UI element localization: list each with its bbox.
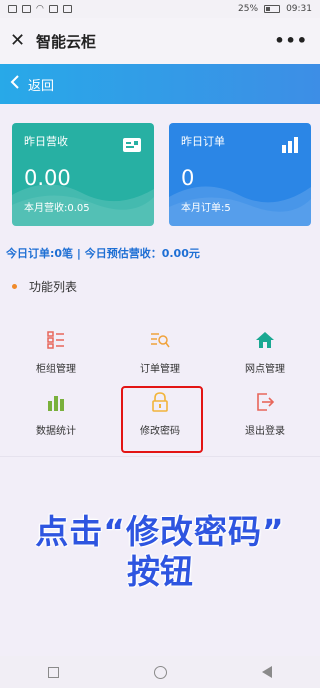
recent-apps-icon[interactable] (47, 666, 59, 678)
clock: 09:31 (286, 4, 312, 14)
func-label: 柜组管理 (36, 364, 76, 375)
status-right: 25% 09:31 (238, 4, 312, 14)
more-menu-button[interactable]: ••• (274, 31, 308, 50)
bar-chart-icon (281, 137, 299, 157)
back-triangle-icon[interactable] (262, 666, 273, 678)
notification-icon (8, 5, 17, 13)
home-icon (215, 328, 315, 352)
back-label: 返回 (28, 78, 55, 94)
instruction-overlay: 点击“修改密码” 按钮 (0, 512, 320, 592)
battery-percent: 25% (238, 4, 259, 14)
func-statistics[interactable]: 数据统计 (6, 390, 106, 450)
back-button[interactable]: 返回 (0, 64, 320, 104)
order-search-icon (110, 328, 210, 352)
battery-icon (264, 5, 281, 13)
func-logout[interactable]: 退出登录 (215, 390, 315, 450)
title-bar: ✕ 智能云柜 ••• (0, 18, 320, 64)
close-icon[interactable]: ✕ (10, 32, 32, 50)
wifi-icon: ◠ (36, 4, 44, 14)
section-header: 功能列表 (12, 278, 77, 295)
func-label: 退出登录 (245, 426, 285, 437)
sim-icon (22, 5, 31, 13)
section-title: 功能列表 (29, 280, 78, 294)
logout-icon (215, 390, 315, 414)
orders-card: 昨日订单 0 本月订单:5 (169, 123, 311, 226)
func-label: 网点管理 (245, 364, 285, 375)
bar-chart-icon (6, 390, 106, 414)
id-card-icon (122, 137, 142, 157)
cabinet-list-icon (6, 328, 106, 352)
highlight-annotation (121, 386, 203, 453)
today-summary: 今日订单:0笔 | 今日预估营收：0.00元 (6, 247, 200, 260)
revenue-card: 昨日营收 0.00 本月营收:0.05 (12, 123, 154, 226)
divider (0, 456, 320, 457)
revenue-value: 0.00 (24, 166, 71, 190)
func-order-management[interactable]: 订单管理 (110, 328, 210, 388)
func-label: 订单管理 (140, 364, 180, 375)
monthly-revenue: 本月营收:0.05 (24, 203, 90, 214)
instruction-line-1: 点击“修改密码” (35, 512, 285, 551)
image-icon (62, 5, 72, 13)
vibrate-icon (48, 5, 58, 13)
bullet-dot (12, 284, 17, 289)
app-title: 智能云柜 (36, 32, 97, 51)
func-cabinet-management[interactable]: 柜组管理 (6, 328, 106, 388)
status-left: ◠ (8, 4, 72, 14)
system-nav-bar (0, 656, 320, 688)
monthly-orders: 本月订单:5 (181, 203, 231, 214)
func-label: 数据统计 (36, 426, 76, 437)
status-bar: ◠ 25% 09:31 (0, 0, 320, 18)
func-outlet-management[interactable]: 网点管理 (215, 328, 315, 388)
chevron-left-icon (10, 75, 20, 93)
home-button-icon[interactable] (153, 665, 167, 679)
orders-value: 0 (181, 166, 195, 190)
instruction-line-2: 按钮 (127, 552, 193, 591)
